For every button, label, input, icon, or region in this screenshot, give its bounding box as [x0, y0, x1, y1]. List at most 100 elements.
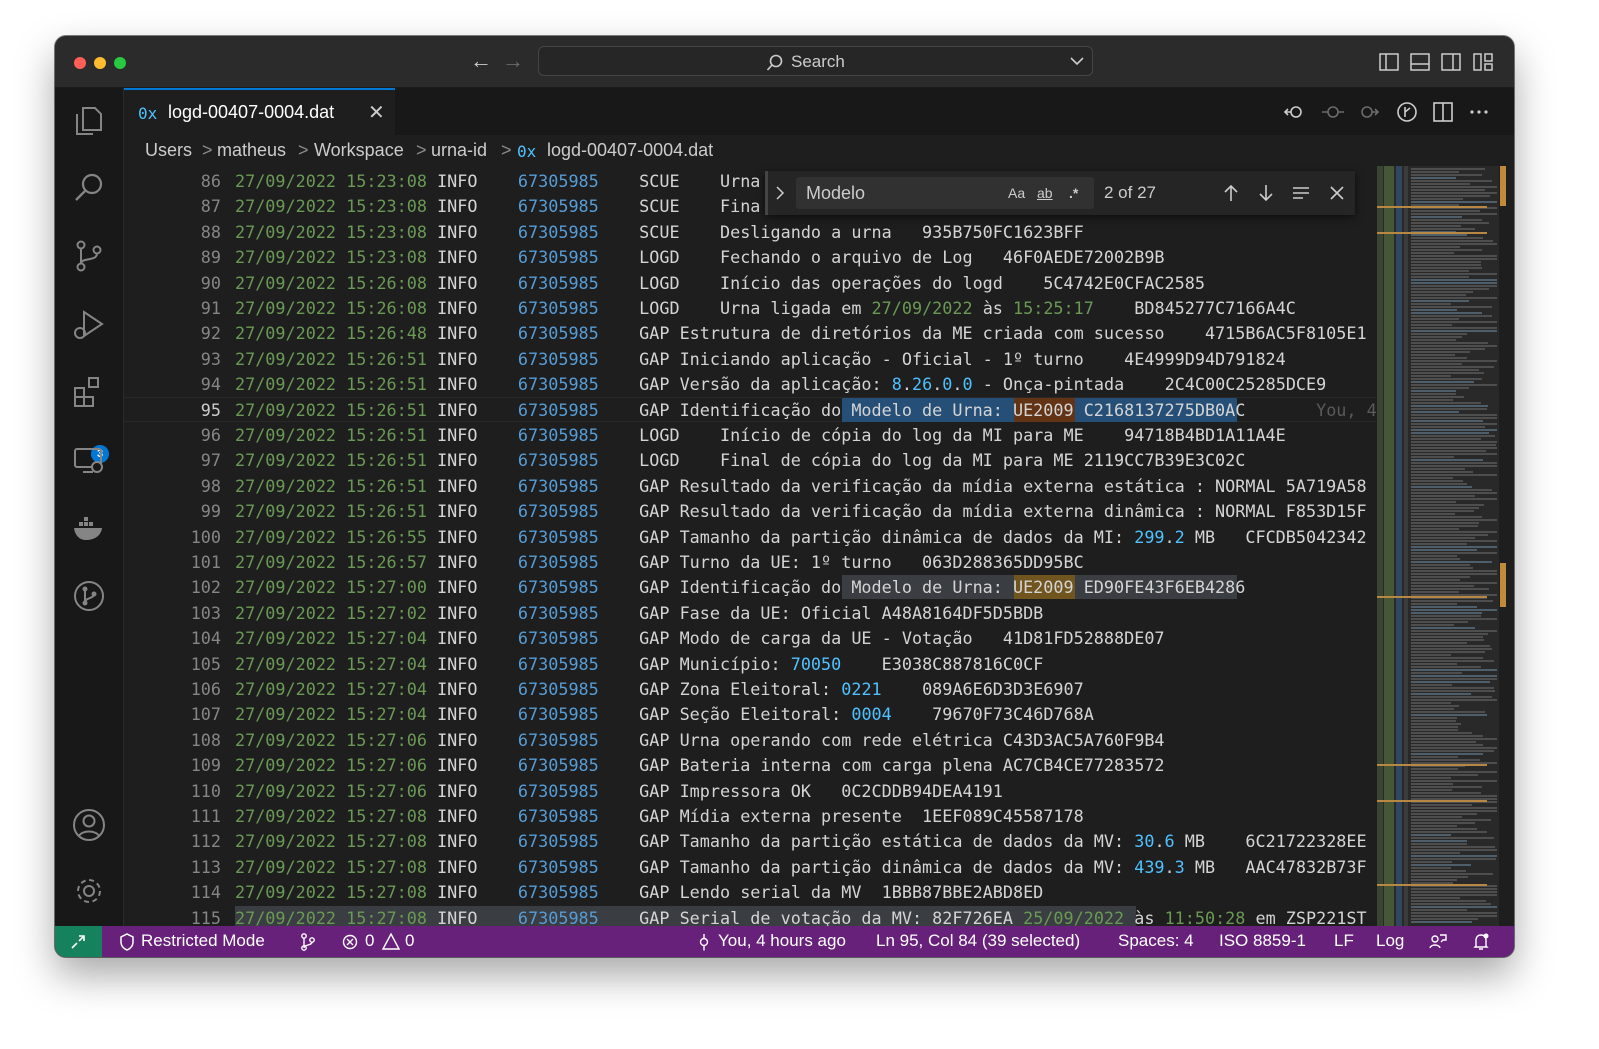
log-level: INFO	[437, 831, 478, 852]
match-case-option[interactable]: Aa	[1008, 185, 1025, 201]
log-line[interactable]: 95 27/09/2022 15:26:51 INFO 67305985 GAP …	[124, 396, 1376, 422]
log-line[interactable]: 101 27/09/2022 15:26:57 INFO 67305985 GAP…	[124, 549, 1376, 574]
log-line[interactable]: 98 27/09/2022 15:26:51 INFO 67305985 GAP …	[124, 473, 1376, 498]
feedback-icon[interactable]	[1429, 933, 1447, 951]
gitlens-inspect-icon[interactable]	[1395, 101, 1419, 123]
log-line[interactable]: 96 27/09/2022 15:26:51 INFO 67305985 LOGD…	[124, 422, 1376, 447]
log-line[interactable]: 90 27/09/2022 15:26:08 INFO 67305985 LOGD…	[124, 270, 1376, 295]
log-line[interactable]: 113 27/09/2022 15:27:08 INFO 67305985 GAP…	[124, 854, 1376, 879]
breadcrumb-urna-id[interactable]: urna-id	[431, 140, 487, 161]
gitlens-commit-icon[interactable]	[1321, 101, 1345, 123]
breadcrumb-users[interactable]: Users	[145, 140, 192, 161]
settings-icon[interactable]	[69, 871, 109, 911]
log-line[interactable]: 109 27/09/2022 15:27:06 INFO 67305985 GAP…	[124, 752, 1376, 777]
log-line[interactable]: 99 27/09/2022 15:26:51 INFO 67305985 GAP …	[124, 498, 1376, 523]
breadcrumb-matheus[interactable]: matheus	[217, 140, 286, 161]
command-center-search[interactable]: Search	[538, 46, 1093, 76]
log-line[interactable]: 100 27/09/2022 15:26:55 INFO 67305985 GAP…	[124, 524, 1376, 549]
find-input[interactable]: Modelo Aa ab .*	[796, 177, 1094, 209]
close-tab-icon[interactable]: ✕	[368, 100, 385, 125]
log-urna-id: 67305985	[517, 272, 599, 293]
log-line[interactable]: 88 27/09/2022 15:23:08 INFO 67305985 SCUE…	[124, 219, 1376, 244]
remote-indicator[interactable]	[55, 926, 102, 957]
breadcrumb-workspace[interactable]: Workspace	[314, 140, 404, 161]
gitlens-graph-icon[interactable]	[299, 932, 317, 952]
log-line[interactable]: 89 27/09/2022 15:23:08 INFO 67305985 LOGD…	[124, 244, 1376, 269]
indentation-status[interactable]: Spaces: 4	[1118, 931, 1194, 951]
language-mode-status[interactable]: Log	[1376, 931, 1404, 951]
log-line[interactable]: 111 27/09/2022 15:27:08 INFO 67305985 GAP…	[124, 803, 1376, 828]
customize-layout-icon[interactable]	[1473, 53, 1493, 71]
docker-icon[interactable]	[69, 508, 109, 548]
back-arrow-icon[interactable]: ←	[470, 50, 492, 72]
log-line[interactable]: 97 27/09/2022 15:26:51 INFO 67305985 LOGD…	[124, 447, 1376, 472]
forward-arrow-icon[interactable]: →	[502, 50, 524, 72]
log-line[interactable]: 112 27/09/2022 15:27:08 INFO 67305985 GAP…	[124, 828, 1376, 853]
log-line[interactable]: 102 27/09/2022 15:27:00 INFO 67305985 GAP…	[124, 574, 1376, 600]
next-match-arrow-icon[interactable]	[1257, 183, 1275, 203]
toggle-secondary-sidebar-icon[interactable]	[1441, 53, 1461, 71]
minimap[interactable]	[1377, 166, 1499, 926]
error-count[interactable]: 0	[365, 931, 374, 951]
log-line[interactable]: 108 27/09/2022 15:27:06 INFO 67305985 GAP…	[124, 727, 1376, 752]
extensions-icon[interactable]	[69, 372, 109, 412]
log-line[interactable]: 106 27/09/2022 15:27:04 INFO 67305985 GAP…	[124, 676, 1376, 701]
split-editor-icon[interactable]	[1431, 101, 1455, 123]
toggle-replace-chevron-icon[interactable]	[774, 185, 786, 201]
notifications-bell-icon[interactable]	[1473, 933, 1489, 951]
log-line[interactable]: 93 27/09/2022 15:26:51 INFO 67305985 GAP …	[124, 346, 1376, 371]
log-line[interactable]: 92 27/09/2022 15:26:48 INFO 67305985 GAP …	[124, 320, 1376, 345]
log-urna-id: 67305985	[517, 171, 599, 191]
encoding-status[interactable]: ISO 8859-1	[1219, 931, 1306, 951]
log-level: INFO	[437, 171, 478, 191]
minimap-viewport-slider[interactable]	[1377, 166, 1499, 926]
log-urna-id: 67305985	[517, 755, 599, 776]
gitlens-previous-revision-icon[interactable]	[1283, 101, 1307, 123]
accounts-icon[interactable]	[69, 805, 109, 845]
log-line[interactable]: 114 27/09/2022 15:27:08 INFO 67305985 GAP…	[124, 879, 1376, 904]
toggle-panel-icon[interactable]	[1410, 53, 1430, 71]
whole-word-option[interactable]: ab	[1037, 185, 1053, 201]
breadcrumb-file[interactable]: logd-00407-0004.dat	[547, 140, 713, 161]
gitlens-next-revision-icon[interactable]	[1357, 101, 1381, 123]
search-icon[interactable]	[69, 168, 109, 208]
log-number: .	[901, 374, 912, 395]
restricted-mode-indicator[interactable]: Restricted Mode	[141, 931, 265, 951]
eol-status[interactable]: LF	[1334, 931, 1354, 951]
line-code: 27/09/2022 15:27:08 INFO 67305985 GAP Ta…	[235, 857, 1367, 877]
log-inline-time: 15:25:17	[1013, 298, 1094, 318]
log-line[interactable]: 105 27/09/2022 15:27:04 INFO 67305985 GAP…	[124, 651, 1376, 676]
find-in-selection-icon[interactable]	[1291, 183, 1311, 203]
remote-explorer-icon[interactable]	[69, 440, 109, 480]
close-window-button[interactable]	[74, 57, 86, 69]
vertical-scrollbar[interactable]	[1499, 166, 1514, 926]
hex-file-icon: 0x	[138, 104, 158, 123]
log-line[interactable]: 104 27/09/2022 15:27:04 INFO 67305985 GAP…	[124, 625, 1376, 650]
git-blame-status[interactable]: You, 4 hours ago	[718, 931, 846, 951]
editor-text-area[interactable]: 86 27/09/2022 15:23:08 INFO 67305985 SCUE…	[124, 166, 1376, 926]
warning-count[interactable]: 0	[405, 931, 414, 951]
log-number: .	[1164, 526, 1175, 547]
zoom-window-button[interactable]	[114, 57, 126, 69]
source-control-icon[interactable]	[69, 236, 109, 276]
explorer-icon[interactable]	[69, 100, 109, 140]
log-line[interactable]: 110 27/09/2022 15:27:06 INFO 67305985 GAP…	[124, 778, 1376, 803]
run-debug-icon[interactable]	[69, 304, 109, 344]
log-line[interactable]: 91 27/09/2022 15:26:08 INFO 67305985 LOGD…	[124, 295, 1376, 320]
log-line[interactable]: 103 27/09/2022 15:27:02 INFO 67305985 GAP…	[124, 600, 1376, 625]
toggle-primary-sidebar-icon[interactable]	[1379, 53, 1399, 71]
gitlens-icon[interactable]	[69, 576, 109, 616]
log-line[interactable]: 107 27/09/2022 15:27:04 INFO 67305985 GAP…	[124, 701, 1376, 726]
chevron-down-icon[interactable]	[1070, 56, 1084, 66]
cursor-position[interactable]: Ln 95, Col 84 (39 selected)	[876, 931, 1080, 951]
log-line[interactable]: 115 27/09/2022 15:27:08 INFO 67305985 GAP…	[124, 905, 1376, 926]
minimize-window-button[interactable]	[94, 57, 106, 69]
regex-option[interactable]: .*	[1069, 185, 1078, 201]
line-number: 88	[200, 221, 221, 242]
more-actions-icon[interactable]	[1467, 101, 1491, 123]
previous-match-arrow-icon[interactable]	[1222, 183, 1240, 203]
tab-logd-file[interactable]: 0x logd-00407-0004.dat ✕	[124, 88, 395, 135]
remote-icon	[71, 935, 85, 949]
log-line[interactable]: 94 27/09/2022 15:26:51 INFO 67305985 GAP …	[124, 371, 1376, 396]
close-find-icon[interactable]	[1328, 183, 1346, 203]
